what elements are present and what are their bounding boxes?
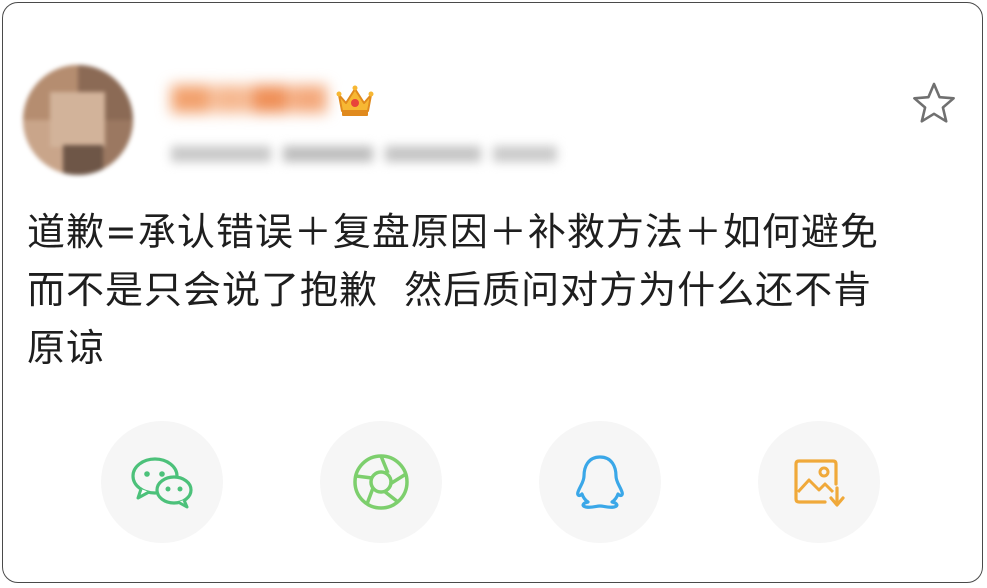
favorite-star-icon[interactable] xyxy=(909,79,959,127)
save-image-icon xyxy=(791,454,847,510)
post-meta xyxy=(171,141,559,167)
post-line-2: 而不是只会说了抱歉 然后质问对方为什么还不肯 xyxy=(27,268,873,312)
crown-icon xyxy=(335,81,375,119)
post-line-3: 原谅 xyxy=(27,326,106,370)
moments-icon xyxy=(351,452,411,512)
share-moments-button[interactable] xyxy=(320,421,442,543)
username[interactable] xyxy=(171,81,329,117)
wechat-icon xyxy=(129,454,195,510)
save-image-button[interactable] xyxy=(758,421,880,543)
share-wechat-button[interactable] xyxy=(101,421,223,543)
post-content: 道歉=承认错误＋复盘原因＋补救方法＋如何避免 而不是只会说了抱歉 然后质问对方为… xyxy=(27,203,947,377)
avatar[interactable] xyxy=(23,65,133,175)
post-line-1: 道歉=承认错误＋复盘原因＋补救方法＋如何避免 xyxy=(27,210,879,254)
share-qq-button[interactable] xyxy=(539,421,661,543)
post-card: 道歉=承认错误＋复盘原因＋补救方法＋如何避免 而不是只会说了抱歉 然后质问对方为… xyxy=(2,2,983,583)
qq-icon xyxy=(572,452,628,512)
